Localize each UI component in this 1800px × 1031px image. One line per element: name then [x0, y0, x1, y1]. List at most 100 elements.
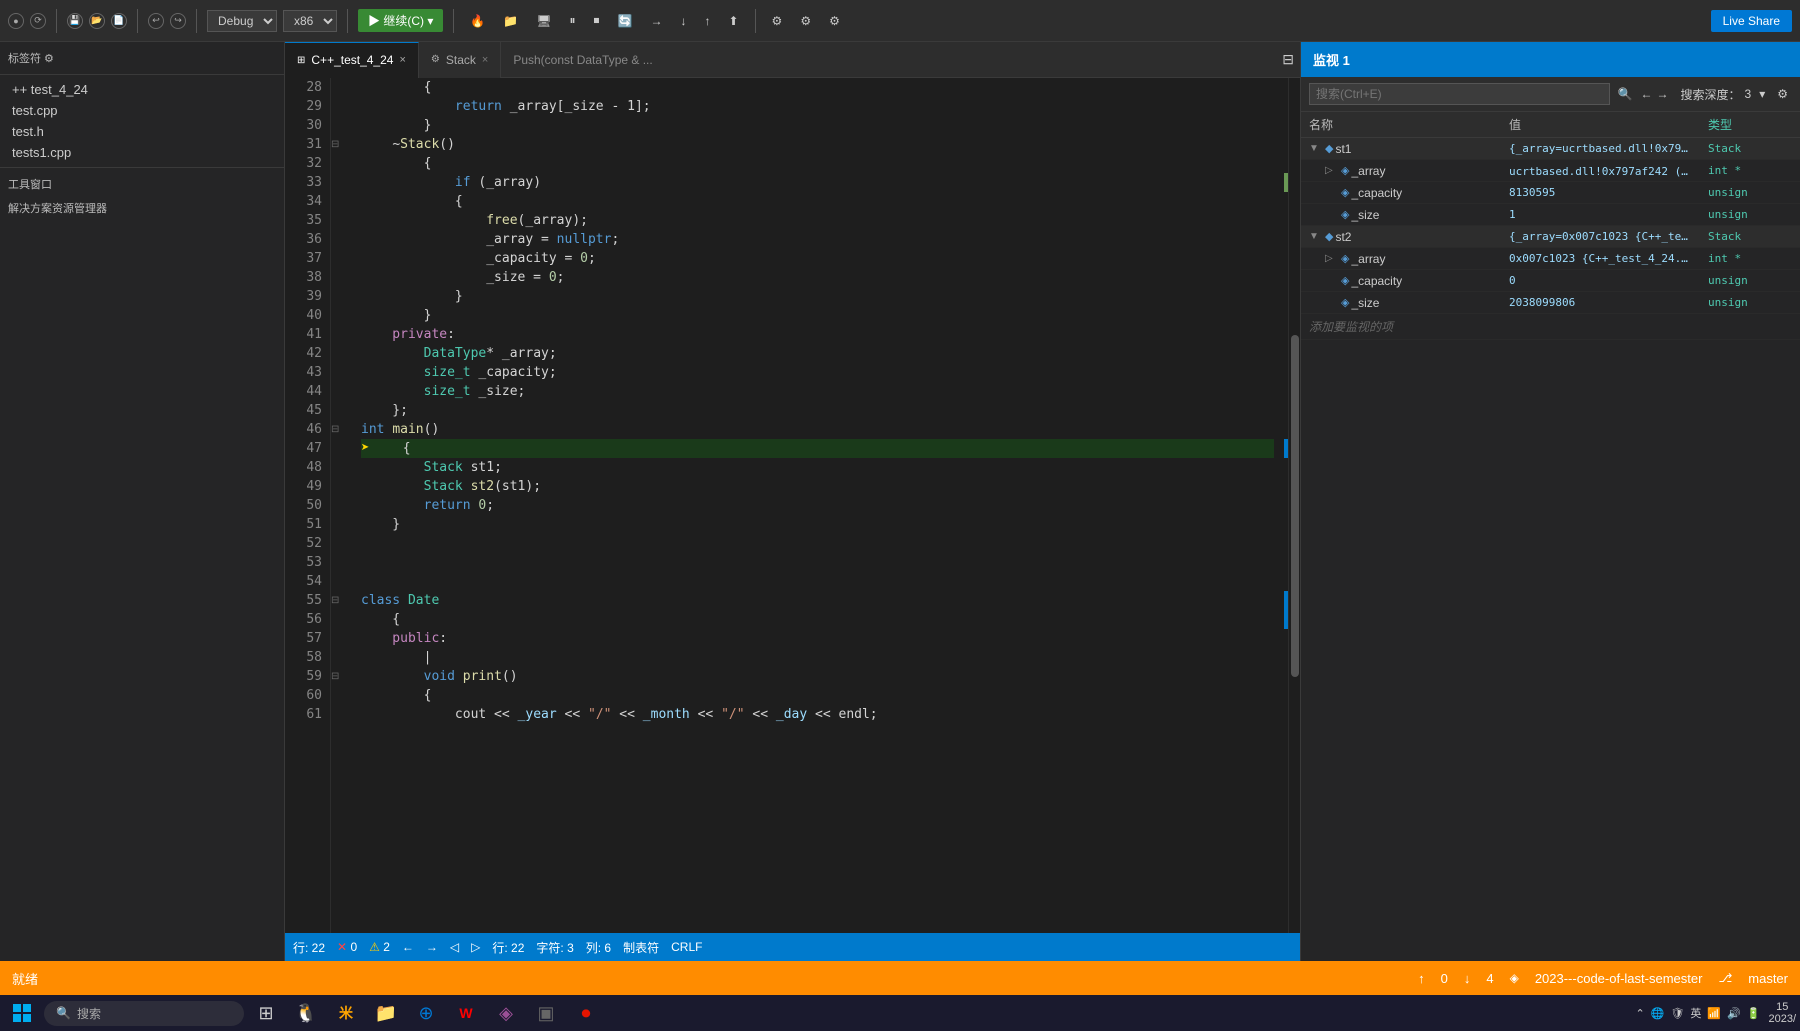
taskbar-app-mi[interactable]: 米 [328, 995, 364, 1031]
taskbar-app-vs[interactable]: ◈ [488, 995, 524, 1031]
toolbar-btn-pause[interactable]: ⏸ [564, 11, 582, 30]
toolbar-circle-1[interactable]: ● [8, 13, 24, 29]
watch-search-input[interactable] [1309, 83, 1610, 105]
taskbar-battery-icon[interactable]: 🔋 [1747, 1007, 1761, 1020]
watch-expand-st2[interactable]: ▼ [1309, 231, 1323, 242]
taskbar-app-dark[interactable]: ▣ [528, 995, 564, 1031]
gutter-55[interactable]: ⊟ [331, 591, 353, 610]
toolbar-btn-folder[interactable]: 📁 [497, 12, 524, 30]
toolbar-btn-up[interactable]: ⬆ [722, 12, 744, 30]
nav-next[interactable]: ▷ [471, 940, 480, 954]
toolbar-extra-1[interactable]: ⚙ [766, 12, 789, 30]
code-line-37: _capacity = 0; [361, 249, 1274, 268]
taskbar-chevron[interactable]: ⌃ [1635, 1007, 1644, 1020]
tab-split-button[interactable]: ⊟ [1276, 47, 1300, 72]
sidebar-item-test-cpp[interactable]: test.cpp [0, 100, 284, 121]
code-line-32: { [361, 154, 1274, 173]
nav-prev[interactable]: ◁ [450, 940, 459, 954]
toolbar-open[interactable]: 📂 [89, 13, 105, 29]
scrollbar-thumb[interactable] [1291, 335, 1299, 677]
taskbar-search[interactable]: 🔍 搜索 [44, 1001, 244, 1026]
watch-icon-st1: ◆ [1325, 142, 1333, 155]
toolbar-btn-stop[interactable]: ⏹ [588, 11, 606, 30]
toolbar-undo[interactable]: ↩ [148, 13, 164, 29]
vertical-scrollbar[interactable] [1288, 78, 1300, 933]
watch-add-item-row[interactable]: 添加要监视的项 [1301, 314, 1800, 340]
taskbar-time[interactable]: 15 2023/ [1768, 1001, 1796, 1025]
toolbar-btn-stepinto[interactable]: ↓ [674, 12, 692, 30]
gutter-46[interactable]: ⊟ [331, 420, 353, 439]
sidebar-item-project[interactable]: ++ test_4_24 [0, 79, 284, 100]
sidebar-tool-window[interactable]: 工具窗口 [0, 172, 284, 196]
watch-cell-st1-array-type: int * [1700, 162, 1800, 179]
gutter-33 [331, 173, 353, 192]
taskbar-wifi-icon[interactable]: 📶 [1707, 1007, 1721, 1020]
watch-icon-st2-size: ◈ [1341, 296, 1349, 309]
toolbar-new[interactable]: 📄 [111, 13, 127, 29]
gutter-30 [331, 116, 353, 135]
arch-select[interactable]: x86 [283, 10, 337, 32]
toolbar-sep-4 [347, 9, 348, 33]
tab-icon-2: ⚙ [431, 54, 440, 65]
taskbar-app-wechat[interactable]: 🐧 [288, 995, 324, 1031]
taskbar-app-1[interactable]: ⊞ [248, 995, 284, 1031]
taskbar-app-explorer[interactable]: 📁 [368, 995, 404, 1031]
tab-close-1[interactable]: × [399, 54, 405, 66]
sidebar-item-tests1-cpp[interactable]: tests1.cpp [0, 142, 284, 163]
status-git-icon: ⎇ [1718, 971, 1732, 985]
watch-label-st1: st1 [1335, 142, 1351, 156]
watch-expand-st1[interactable]: ▼ [1309, 143, 1323, 154]
sidebar-item-test-h[interactable]: test.h [0, 121, 284, 142]
watch-expand-st2-array[interactable]: ▷ [1325, 253, 1339, 264]
editor-errors: ✕ 0 [337, 940, 357, 954]
taskbar-lang-icon[interactable]: 英 [1690, 1005, 1701, 1021]
watch-depth-dropdown[interactable]: ▾ [1755, 85, 1769, 103]
debug-mode-select[interactable]: Debug [207, 10, 277, 32]
toolbar-redo[interactable]: ↪ [170, 13, 186, 29]
gutter-59[interactable]: ⊟ [331, 667, 353, 686]
watch-settings[interactable]: ⚙ [1773, 85, 1792, 103]
code-line-55: class Date [361, 591, 1274, 610]
liveshare-button[interactable]: Live Share [1711, 10, 1792, 32]
watch-nav-right[interactable]: → [1657, 87, 1669, 101]
status-count-4: 4 [1486, 971, 1493, 986]
watch-nav-left[interactable]: ← [1641, 87, 1653, 101]
taskbar-app-rec[interactable]: ⏺ [568, 995, 604, 1031]
watch-search-icon[interactable]: 🔍 [1614, 85, 1637, 103]
code-editor[interactable]: { return _array[_size - 1]; } ~Stack() {… [353, 78, 1274, 933]
taskbar-network-icon[interactable]: 🌐 [1651, 1007, 1665, 1020]
watch-row-st1-size: ▷ ◈ _size 1 unsign [1301, 204, 1800, 226]
toolbar-btn-restart[interactable]: 🔄 [612, 12, 639, 30]
sidebar-solution-explorer[interactable]: 解决方案资源管理器 [0, 196, 284, 220]
taskbar-app-edge[interactable]: ⊕ [408, 995, 444, 1031]
tab-close-2[interactable]: × [482, 54, 488, 66]
editor-warnings: ⚠ 2 [369, 940, 390, 954]
toolbar-btn-fire[interactable]: 🔥 [464, 12, 491, 30]
toolbar-extra-3[interactable]: ⚙ [823, 12, 846, 30]
taskbar-hour: 15 [1768, 1001, 1796, 1013]
code-line-57: public: [361, 629, 1274, 648]
toolbar-circle-2[interactable]: ⟳ [30, 13, 46, 29]
tab-stack[interactable]: ⚙ Stack × [419, 42, 501, 78]
watch-label-st1-array: _array [1351, 164, 1385, 178]
gutter-32 [331, 154, 353, 173]
code-line-48: Stack st1; [361, 458, 1274, 477]
start-button[interactable] [4, 997, 40, 1029]
taskbar-shield-icon[interactable]: 🛡 [1670, 1007, 1684, 1020]
watch-cell-st1-size-type: unsign [1700, 206, 1800, 223]
code-line-51: } [361, 515, 1274, 534]
toolbar-save[interactable]: 💾 [67, 13, 83, 29]
gutter-31[interactable]: ⊟ [331, 135, 353, 154]
toolbar-btn-monitor[interactable]: 🖥 [530, 12, 557, 30]
toolbar-extra-2[interactable]: ⚙ [794, 12, 817, 30]
taskbar-volume-icon[interactable]: 🔊 [1727, 1007, 1741, 1020]
nav-left[interactable]: ← [402, 940, 414, 954]
nav-right[interactable]: → [426, 940, 438, 954]
toolbar-btn-stepout[interactable]: ↑ [698, 12, 716, 30]
toolbar-btn-stepover[interactable]: → [644, 12, 668, 30]
tab-cpp-test-4-24[interactable]: ⊞ C++_test_4_24 × [285, 42, 419, 78]
continue-button[interactable]: ▶ 继续(C) ▾ [358, 9, 443, 32]
status-count-0: 0 [1441, 971, 1448, 986]
taskbar-app-wps[interactable]: W [448, 995, 484, 1031]
watch-expand-st1-array[interactable]: ▷ [1325, 165, 1339, 176]
